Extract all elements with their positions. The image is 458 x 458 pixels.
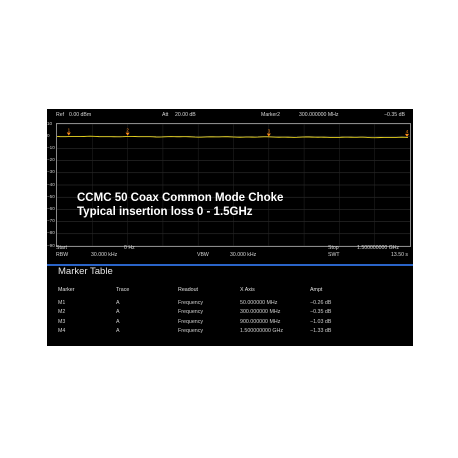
- trace-svg: 1 2 3 4: [57, 124, 410, 246]
- table-cell: A: [116, 328, 120, 335]
- y-tick-label: 0: [47, 132, 50, 138]
- column-header: Marker: [58, 287, 75, 293]
- column-header: Trace: [116, 287, 130, 293]
- table-cell: M2: [58, 309, 66, 316]
- swt-label: SWT: [328, 252, 340, 258]
- marker-triangle: [125, 132, 130, 136]
- rbw-value: 30.000 kHz: [91, 252, 118, 258]
- y-tick-label: −70: [47, 218, 55, 224]
- stop-value: 1.500000000 GHz: [357, 245, 400, 251]
- table-cell: −0.35 dB: [310, 309, 332, 316]
- table-cell: Frequency: [178, 299, 204, 306]
- y-tick-label: 10: [47, 120, 53, 126]
- marker-table-title: Marker Table: [58, 266, 113, 277]
- table-cell: A: [116, 318, 120, 325]
- column-header: Ampt: [310, 287, 323, 293]
- column-header: Readout: [178, 287, 199, 293]
- table-cell: M1: [58, 299, 66, 306]
- y-tick-label: −20: [47, 157, 55, 163]
- table-cell: Frequency: [178, 318, 204, 325]
- table-cell: A: [116, 309, 120, 316]
- stop-label: Stop: [328, 245, 339, 251]
- table-cell: Frequency: [178, 328, 204, 335]
- rbw-label: RBW: [56, 252, 69, 258]
- marker-label: Marker2: [261, 112, 281, 118]
- marker-triangle: [66, 132, 71, 136]
- marker-number: 2: [126, 128, 129, 133]
- column-header: X Axis: [240, 287, 255, 293]
- start-value: 0 Hz: [124, 245, 135, 251]
- marker-number: 4: [406, 129, 409, 134]
- table-cell: M3: [58, 318, 66, 325]
- table-cell: 50.000000 MHz: [240, 299, 278, 306]
- y-tick-label: −10: [47, 144, 55, 150]
- table-cell: 900.000000 MHz: [240, 318, 281, 325]
- y-tick-label: −40: [47, 181, 55, 187]
- start-label: Start: [56, 245, 67, 251]
- marker-number: 1: [68, 128, 71, 133]
- trace-plot: 1 2 3 4: [56, 123, 411, 247]
- table-cell: Frequency: [178, 309, 204, 316]
- y-tick-label: −60: [47, 205, 55, 211]
- header-bar: Ref 0.00 dBm Att 20.00 dB Marker2 300.00…: [47, 109, 413, 122]
- table-cell: 1.500000000 GHz: [240, 328, 283, 335]
- trace-line: [57, 135, 409, 139]
- table-cell: −0.26 dB: [310, 299, 332, 306]
- marker-level: −0.35 dB: [384, 112, 405, 118]
- att-value: 20.00 dB: [175, 112, 196, 118]
- table-cell: A: [116, 299, 120, 306]
- vbw-label: VBW: [197, 252, 209, 258]
- marker-number: 3: [268, 128, 271, 133]
- y-tick-label: −50: [47, 193, 55, 199]
- table-cell: 300.000000 MHz: [240, 309, 281, 316]
- analyzer-screen: Ref 0.00 dBm Att 20.00 dB Marker2 300.00…: [47, 109, 413, 346]
- overlay-title: CCMC 50 Coax Common Mode Choke: [77, 192, 284, 204]
- ref-value: 0.00 dBm: [69, 112, 92, 118]
- y-tick-label: −30: [47, 169, 55, 175]
- swt-value: 13.50 s: [391, 252, 409, 258]
- vbw-value: 30.000 kHz: [230, 252, 257, 258]
- y-tick-label: −80: [47, 230, 55, 236]
- marker-frequency: 300.000000 MHz: [299, 112, 339, 118]
- table-cell: −1.33 dB: [310, 328, 332, 335]
- table-cell: −1.03 dB: [310, 318, 332, 325]
- att-label: Att: [162, 112, 169, 118]
- ref-label: Ref: [56, 112, 65, 118]
- overlay-subtitle: Typical insertion loss 0 - 1.5GHz: [77, 206, 253, 218]
- table-cell: M4: [58, 328, 66, 335]
